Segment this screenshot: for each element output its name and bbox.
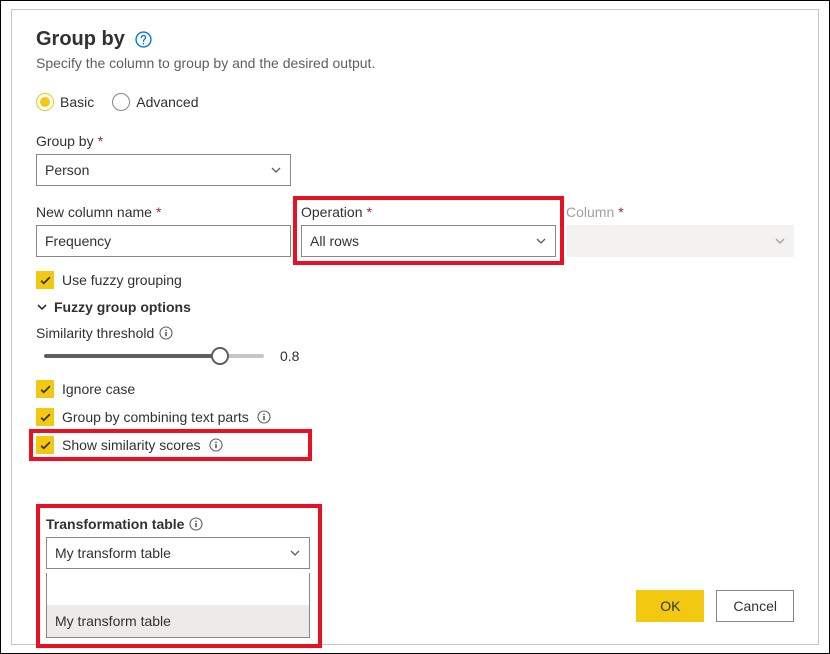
column-label: Column* bbox=[566, 204, 794, 220]
operation-value: All rows bbox=[310, 233, 359, 249]
slider-thumb[interactable] bbox=[211, 347, 229, 365]
radio-basic-label: Basic bbox=[60, 94, 94, 110]
checkmark-icon bbox=[36, 436, 54, 454]
use-fuzzy-checkbox[interactable]: Use fuzzy grouping bbox=[36, 271, 794, 289]
dialog-subtitle: Specify the column to group by and the d… bbox=[36, 55, 794, 71]
transform-table-label: Transformation table bbox=[46, 516, 310, 532]
column-select-disabled bbox=[566, 225, 794, 257]
combine-text-label: Group by combining text parts bbox=[62, 409, 249, 425]
transform-table-value: My transform table bbox=[55, 545, 171, 561]
operation-label: Operation* bbox=[301, 204, 556, 220]
show-scores-label: Show similarity scores bbox=[62, 437, 200, 453]
ignore-case-label: Ignore case bbox=[62, 381, 135, 397]
group-by-label: Group by* bbox=[36, 133, 794, 149]
similarity-threshold-slider[interactable] bbox=[44, 346, 264, 366]
chevron-down-icon bbox=[270, 164, 282, 176]
help-icon[interactable] bbox=[135, 31, 153, 49]
chevron-down-icon bbox=[36, 301, 48, 313]
similarity-threshold-label: Similarity threshold bbox=[36, 325, 794, 341]
mode-radio-group: Basic Advanced bbox=[36, 93, 794, 111]
transform-option-label: My transform table bbox=[55, 613, 171, 629]
combine-text-checkbox[interactable]: Group by combining text parts bbox=[36, 408, 794, 426]
fuzzy-section-label: Fuzzy group options bbox=[54, 299, 191, 315]
checkmark-icon bbox=[36, 408, 54, 426]
radio-basic[interactable]: Basic bbox=[36, 93, 94, 111]
transform-option-item[interactable]: My transform table bbox=[47, 605, 309, 637]
highlight-operation: Operation* All rows bbox=[293, 196, 564, 265]
radio-dot-icon bbox=[36, 93, 54, 111]
new-column-input[interactable]: Frequency bbox=[36, 225, 291, 257]
highlight-transform-table: Transformation table My transform table … bbox=[36, 504, 322, 648]
transform-option-blank[interactable] bbox=[47, 573, 309, 605]
chevron-down-icon bbox=[289, 547, 301, 559]
use-fuzzy-label: Use fuzzy grouping bbox=[62, 272, 182, 288]
ok-button[interactable]: OK bbox=[636, 590, 704, 622]
transform-table-dropdown: My transform table bbox=[46, 573, 310, 638]
transform-table-select[interactable]: My transform table bbox=[46, 537, 310, 569]
info-icon[interactable] bbox=[158, 326, 173, 341]
new-column-value: Frequency bbox=[45, 233, 111, 249]
highlight-show-scores: Show similarity scores bbox=[29, 429, 312, 461]
info-icon[interactable] bbox=[208, 438, 223, 453]
ignore-case-checkbox[interactable]: Ignore case bbox=[36, 380, 794, 398]
cancel-button[interactable]: Cancel bbox=[716, 590, 794, 622]
chevron-down-icon bbox=[774, 235, 786, 247]
radio-advanced-label: Advanced bbox=[136, 94, 198, 110]
operation-select[interactable]: All rows bbox=[301, 225, 556, 257]
group-by-dialog: Group by Specify the column to group by … bbox=[11, 9, 819, 645]
radio-advanced[interactable]: Advanced bbox=[112, 93, 198, 111]
radio-circle-icon bbox=[112, 93, 130, 111]
group-by-value: Person bbox=[45, 162, 89, 178]
group-by-select[interactable]: Person bbox=[36, 154, 291, 186]
checkmark-icon bbox=[36, 380, 54, 398]
info-icon[interactable] bbox=[188, 517, 203, 532]
new-column-label: New column name* bbox=[36, 204, 291, 220]
chevron-down-icon bbox=[535, 235, 547, 247]
similarity-threshold-value: 0.8 bbox=[280, 348, 299, 364]
info-icon[interactable] bbox=[257, 410, 272, 425]
checkmark-icon bbox=[36, 271, 54, 289]
fuzzy-options-header[interactable]: Fuzzy group options bbox=[36, 299, 794, 315]
dialog-footer: OK Cancel bbox=[636, 590, 794, 622]
dialog-title: Group by bbox=[36, 28, 125, 51]
